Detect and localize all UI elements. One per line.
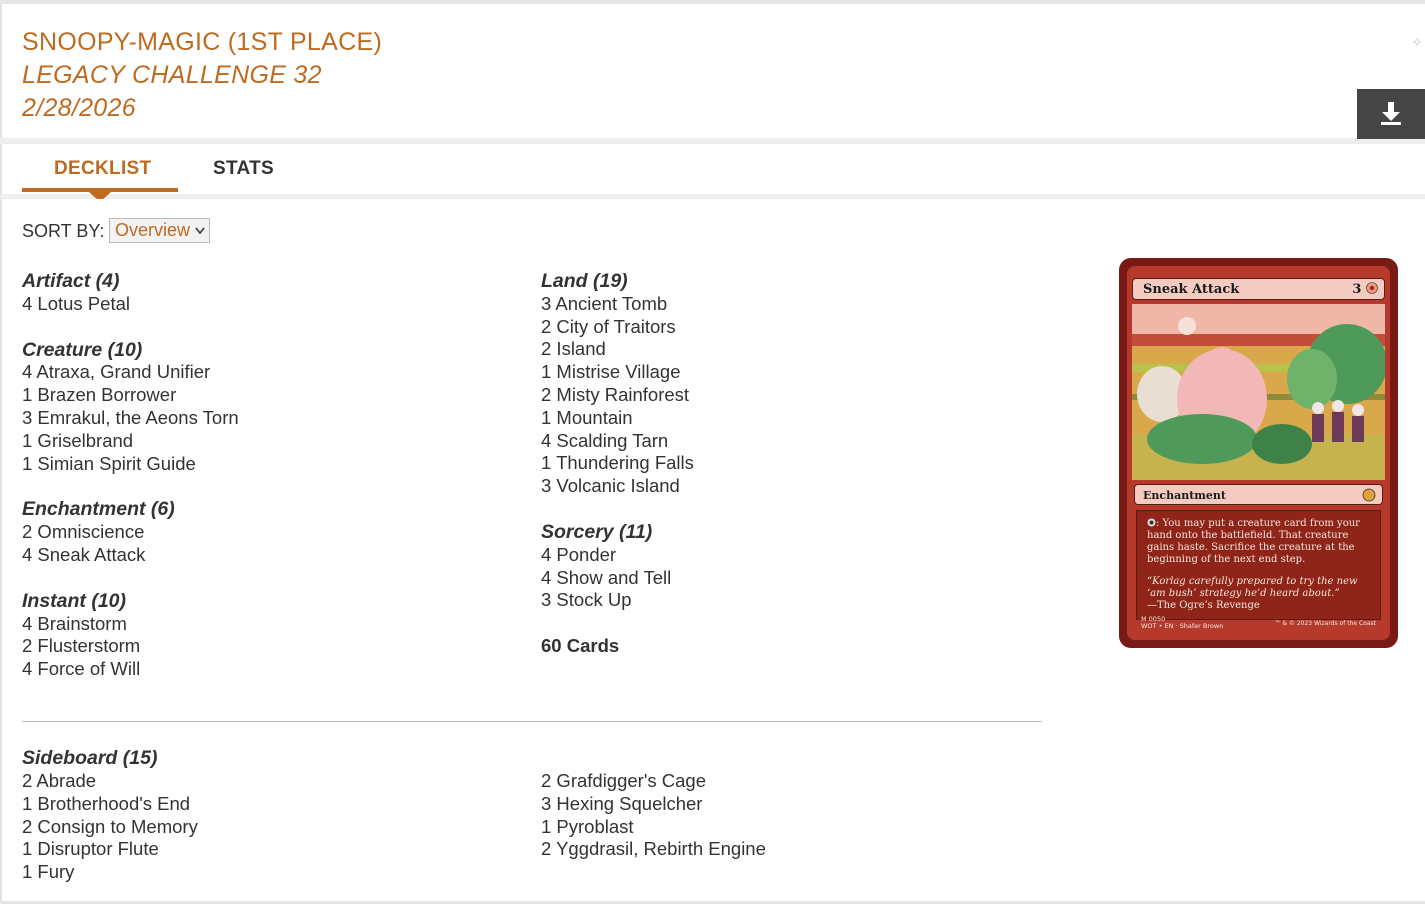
card-copyright: ™ & © 2023 Wizards of the Coast bbox=[1274, 620, 1376, 627]
card-set-line: WOT • EN bbox=[1141, 622, 1174, 630]
card-rules-body: : You may put a creature card from your … bbox=[1147, 518, 1360, 565]
card-entry[interactable]: 4 Force of Will bbox=[22, 658, 239, 681]
card-entry[interactable]: 1 Mountain bbox=[541, 407, 694, 430]
card-entry[interactable]: 1 Pyroblast bbox=[541, 816, 766, 839]
sideboard-column-left: 2 Abrade 1 Brotherhood's End 2 Consign t… bbox=[22, 770, 198, 884]
card-group: Instant (10) 4 Brainstorm 2 Flusterstorm… bbox=[22, 590, 239, 681]
deck-title: SNOOPY-MAGIC (1ST PLACE) LEGACY CHALLENG… bbox=[22, 26, 382, 125]
card-art-illustration bbox=[1132, 304, 1385, 480]
group-title: Sorcery (11) bbox=[541, 520, 653, 543]
card-entry[interactable]: 2 Consign to Memory bbox=[22, 816, 198, 839]
card-entry[interactable]: 2 Island bbox=[541, 338, 694, 361]
card-flavor-text: “Korlag carefully prepared to try the ne… bbox=[1147, 576, 1358, 599]
card-generic-cost: 3 bbox=[1352, 282, 1362, 297]
chevron-down-icon bbox=[195, 219, 205, 250]
corner-mark-icon: ✧ bbox=[1411, 34, 1423, 50]
card-entry[interactable]: 2 Flusterstorm bbox=[22, 635, 239, 658]
card-entry[interactable]: 4 Brainstorm bbox=[22, 613, 239, 636]
card-entry[interactable]: 4 Scalding Tarn bbox=[541, 430, 694, 453]
card-entry[interactable]: 2 City of Traitors bbox=[541, 316, 694, 339]
card-entry[interactable]: 1 Griselbrand bbox=[22, 430, 239, 453]
card-entry[interactable]: 2 Omniscience bbox=[22, 521, 239, 544]
card-entry[interactable]: 4 Ponder bbox=[541, 544, 694, 567]
card-total: 60 Cards bbox=[541, 635, 620, 657]
card-entry[interactable]: 3 Ancient Tomb bbox=[541, 293, 694, 316]
group-title: Creature (10) bbox=[22, 338, 143, 361]
card-group: Creature (10) 4 Atraxa, Grand Unifier 1 … bbox=[22, 339, 239, 476]
card-entry[interactable]: 3 Hexing Squelcher bbox=[541, 793, 766, 816]
card-entry[interactable]: 2 Yggdrasil, Rebirth Engine bbox=[541, 838, 766, 861]
card-entry[interactable]: 1 Simian Spirit Guide bbox=[22, 453, 239, 476]
sideboard-column-right: 2 Grafdigger's Cage 3 Hexing Squelcher 1… bbox=[541, 770, 766, 861]
card-entry[interactable]: 3 Stock Up bbox=[541, 589, 694, 612]
group-title: Enchantment (6) bbox=[22, 498, 175, 521]
card-entry[interactable]: 4 Show and Tell bbox=[541, 567, 694, 590]
card-name: Sneak Attack bbox=[1143, 282, 1240, 297]
card-entry[interactable]: 4 Sneak Attack bbox=[22, 544, 239, 567]
tap-symbol-icon bbox=[1147, 518, 1156, 527]
group-title: Artifact (4) bbox=[22, 270, 120, 292]
tab-stats[interactable]: STATS bbox=[213, 158, 274, 180]
card-rules-text: : You may put a creature card from your … bbox=[1147, 518, 1370, 566]
card-entry[interactable]: 2 Abrade bbox=[22, 770, 198, 793]
card-frame: Sneak Attack 3 Enchantment: You may put… bbox=[1127, 266, 1390, 640]
card-group: Land (19) 3 Ancient Tomb 2 City of Trait… bbox=[541, 270, 694, 498]
card-mana-cost: 3 bbox=[1352, 279, 1378, 301]
sort-selected-value: Overview bbox=[115, 220, 191, 240]
red-mana-icon bbox=[1366, 282, 1378, 294]
tab-bar: DECKLIST STATS bbox=[0, 144, 1425, 202]
group-title: Instant (10) bbox=[22, 589, 127, 612]
sideboard-divider bbox=[22, 721, 1042, 722]
card-text-box: : You may put a creature card from your … bbox=[1136, 510, 1381, 620]
card-entry[interactable]: 1 Fury bbox=[22, 861, 198, 884]
card-entry[interactable]: 1 Disruptor Flute bbox=[22, 838, 198, 861]
tab-decklist[interactable]: DECKLIST bbox=[54, 158, 151, 180]
card-group: Sorcery (11) 4 Ponder 4 Show and Tell 3 … bbox=[541, 521, 694, 612]
card-group: Enchantment (6) 2 Omniscience 4 Sneak At… bbox=[22, 498, 239, 566]
card-entry[interactable]: 3 Emrakul, the Aeons Torn bbox=[22, 407, 239, 430]
card-art bbox=[1132, 304, 1385, 480]
card-entry[interactable]: 2 Grafdigger's Cage bbox=[541, 770, 766, 793]
group-title: Land (19) bbox=[541, 270, 628, 292]
card-name-bar: Sneak Attack 3 bbox=[1132, 278, 1385, 300]
mainboard-column-right: Land (19) 3 Ancient Tomb 2 City of Trait… bbox=[541, 270, 694, 658]
card-entry[interactable]: 4 Atraxa, Grand Unifier bbox=[22, 361, 239, 384]
mainboard-column-left: Artifact (4) 4 Lotus Petal Creature (10)… bbox=[22, 270, 239, 704]
card-preview: Sneak Attack 3 Enchantment: You may put… bbox=[1119, 258, 1398, 648]
card-entry[interactable]: 1 Thundering Falls bbox=[541, 452, 694, 475]
card-entry[interactable]: 1 Mistrise Village bbox=[541, 361, 694, 384]
card-type: Enchantment bbox=[1143, 489, 1226, 502]
card-entry[interactable]: 1 Brotherhood's End bbox=[22, 793, 198, 816]
deck-header: SNOOPY-MAGIC (1ST PLACE) LEGACY CHALLENG… bbox=[0, 4, 1425, 139]
download-button[interactable] bbox=[1357, 89, 1425, 139]
card-entry[interactable]: 4 Lotus Petal bbox=[22, 293, 239, 316]
card-group: Artifact (4) 4 Lotus Petal bbox=[22, 270, 239, 316]
card-entry[interactable]: 2 Misty Rainforest bbox=[541, 384, 694, 407]
card-footer-left: M 0050 WOT • EN · Shafer Brown bbox=[1141, 615, 1224, 630]
sort-select[interactable]: Overview bbox=[109, 218, 210, 243]
download-icon bbox=[1381, 102, 1401, 125]
event-date: 2/28/2026 bbox=[22, 94, 136, 122]
event-name: LEGACY CHALLENGE 32 bbox=[22, 61, 322, 89]
set-symbol-icon bbox=[1362, 488, 1376, 502]
card-flavor-attribution: —The Ogre’s Revenge bbox=[1147, 600, 1260, 611]
player-name: SNOOPY-MAGIC (1ST PLACE) bbox=[22, 28, 383, 56]
sort-by-label: SORT BY: bbox=[22, 221, 105, 241]
card-entry[interactable]: 3 Volcanic Island bbox=[541, 475, 694, 498]
card-type-bar: Enchantment bbox=[1134, 484, 1383, 505]
sideboard-title: Sideboard (15) bbox=[22, 747, 158, 769]
card-entry[interactable]: 1 Brazen Borrower bbox=[22, 384, 239, 407]
card-artist: Shafer Brown bbox=[1179, 622, 1224, 630]
